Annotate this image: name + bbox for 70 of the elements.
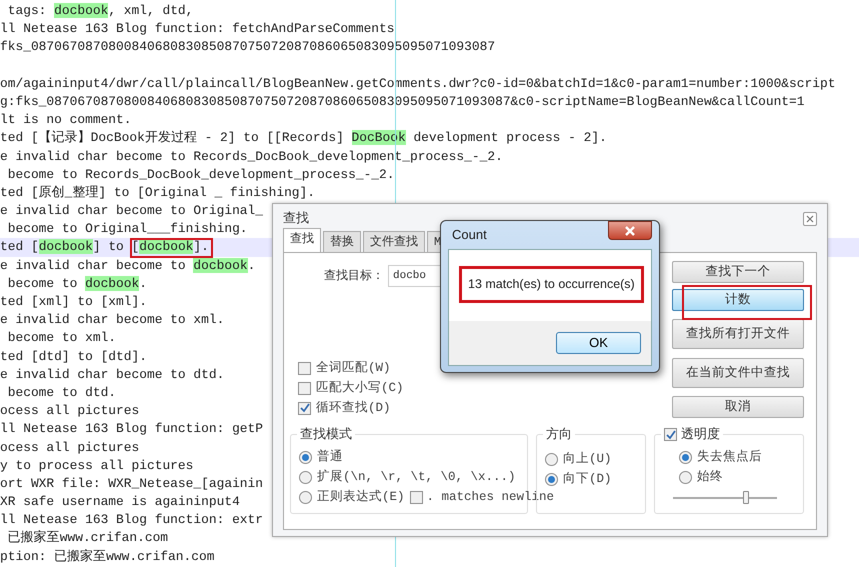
- dialog-button[interactable]: 在当前文件中查找: [672, 358, 804, 388]
- code-line: om/againinput4/dwr/call/plaincall/BlogBeanNew.getComments.dwr?c0-id=0&batchId=1&c0-param1=number:1000&script: [0, 74, 836, 93]
- option-label: 普通: [317, 448, 343, 466]
- code-line: ted [docbook] to [docbook].: [0, 238, 209, 256]
- count-message: 13 match(es) to occurrence(s): [459, 266, 644, 303]
- tab[interactable]: 替换: [323, 231, 361, 252]
- option-label: 向上(U): [563, 450, 612, 468]
- code-line: ocess all pictures: [0, 402, 140, 420]
- code-line: ted [dtd] to [dtd].: [0, 348, 147, 366]
- code-line: XR safe username is againinput4: [0, 493, 240, 512]
- dialog-title: Count: [452, 226, 487, 244]
- code-line: lt is no comment.: [0, 111, 132, 130]
- dialog-button[interactable]: 取消: [672, 396, 804, 418]
- radio-button[interactable]: [679, 470, 692, 484]
- dialog-button[interactable]: 计数: [672, 289, 804, 311]
- code-line: ted [xml] to [xml].: [0, 293, 147, 311]
- radio-button[interactable]: [299, 450, 312, 464]
- checkbox[interactable]: [298, 362, 311, 374]
- checkbox[interactable]: [410, 490, 423, 504]
- option-label: 扩展(\n, \r, \t, \0, \x...): [317, 468, 516, 486]
- code-line: 已搬家至www.crifan.com: [6, 529, 168, 548]
- option-label: 匹配大小写(C): [316, 380, 404, 397]
- radio-button[interactable]: [679, 450, 692, 464]
- code-line: ocess all pictures: [0, 438, 140, 456]
- code-line: become to xml.: [6, 329, 116, 348]
- code-line: ted [原创_整理] to [Original _ finishing].: [0, 184, 316, 202]
- tab[interactable]: 查找: [283, 228, 321, 252]
- radio-button[interactable]: [545, 452, 558, 466]
- code-line: fks_087067087080084068083085087075072087086065083095095071093087: [0, 38, 496, 56]
- group-title: 透明度: [681, 426, 720, 444]
- close-icon[interactable]: [803, 212, 817, 226]
- code-line: ted [【记录】DocBook开发过程 - 2] to [[Records] DocBook development process - 2].: [0, 129, 607, 148]
- radio-button[interactable]: [299, 470, 312, 484]
- radio-button[interactable]: [545, 472, 558, 486]
- code-line: y to process all pictures: [0, 456, 194, 475]
- radio-button[interactable]: [299, 490, 312, 504]
- checkbox[interactable]: [664, 428, 677, 442]
- code-line: e invalid char become to docbook.: [0, 256, 256, 275]
- code-line: e invalid char become to Records_DocBook_development_process_-_2.: [0, 148, 503, 166]
- code-line: ll Netease 163 Blog function: getP: [0, 420, 264, 438]
- field-label: 查找目标：: [324, 268, 384, 285]
- ok-button[interactable]: OK: [556, 332, 641, 354]
- checkbox[interactable]: [298, 382, 311, 394]
- option-label: 失去焦点后: [697, 448, 762, 466]
- code-line: become to dtd.: [6, 384, 116, 402]
- option-label: 始终: [697, 468, 723, 486]
- option-label: 循环查找(D): [316, 400, 391, 417]
- slider-thumb[interactable]: [742, 491, 749, 504]
- code-line: become to Records_DocBook_development_process_-_2.: [6, 166, 395, 184]
- code-line: e invalid char become to xml.: [0, 311, 224, 330]
- dialog-button[interactable]: 查找下一个: [672, 261, 804, 283]
- option-label: 正则表达式(E): [317, 488, 405, 506]
- code-line: ort WXR file: WXR_Netease_[againin: [0, 474, 264, 493]
- code-line: e invalid char become to Original_: [0, 202, 264, 220]
- code-line: become to docbook.: [6, 274, 147, 293]
- checkbox[interactable]: [298, 402, 311, 414]
- code-line: e invalid char become to dtd.: [0, 366, 224, 384]
- close-icon[interactable]: [608, 221, 652, 240]
- dialog-button[interactable]: 查找所有打开文件: [672, 319, 804, 349]
- code-line: ll Netease 163 Blog function: extr: [0, 511, 264, 530]
- option-label: . matches newline: [426, 488, 554, 506]
- code-line: g:fks_087067087080084068083085087075072087086065083095095071093087&c0-scriptName=BlogBeanNew&callCount=1: [0, 92, 805, 111]
- code-line: ll Netease 163 Blog function: fetchAndParseComments: [0, 20, 395, 38]
- code-line: tags: docbook, xml, dtd,: [6, 2, 194, 20]
- code-line: ption: 已搬家至www.crifan.com: [0, 548, 214, 566]
- option-label: 向下(D): [563, 470, 612, 488]
- code-line: become to Original___finishing.: [6, 220, 248, 238]
- option-label: 全词匹配(W): [316, 360, 391, 377]
- dialog-title: 查找: [283, 210, 309, 228]
- tab[interactable]: 文件查找: [363, 231, 425, 252]
